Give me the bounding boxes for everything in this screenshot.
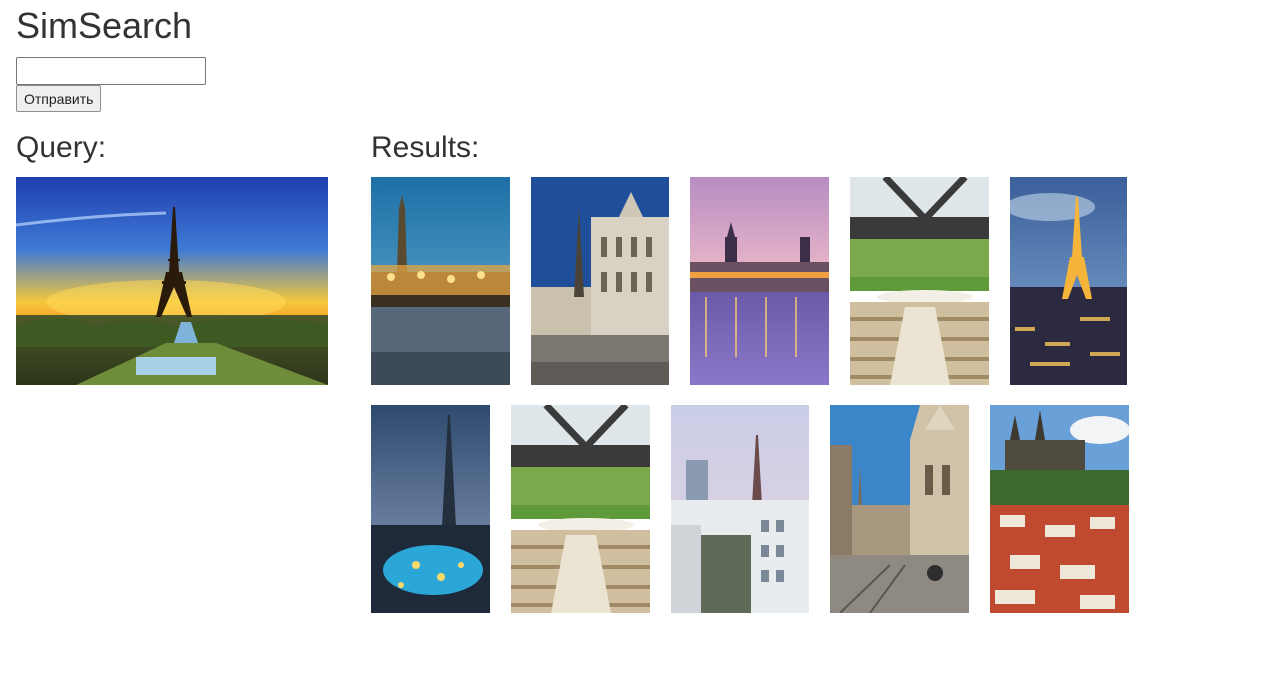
vienna-city-hall-image (371, 177, 510, 385)
prague-castle-image (990, 405, 1129, 613)
result-thumbnail[interactable] (690, 177, 829, 385)
result-thumbnail[interactable] (990, 405, 1129, 613)
result-thumbnail[interactable] (531, 177, 669, 385)
amphitheater-canopy-image (850, 177, 989, 385)
results-row (371, 405, 1151, 613)
paris-rooftops-image (671, 405, 809, 613)
result-thumbnail[interactable] (671, 405, 809, 613)
results-row (371, 177, 1151, 385)
search-input[interactable] (16, 57, 206, 85)
search-form: Отправить (16, 57, 206, 112)
burj-khalifa-image (371, 405, 490, 613)
gothic-cathedral-image (830, 405, 969, 613)
app-title: SimSearch (16, 5, 193, 46)
result-thumbnail[interactable] (830, 405, 969, 613)
results-heading: Results: (371, 131, 480, 164)
amphitheater-canopy-image (511, 405, 650, 613)
result-thumbnail[interactable] (850, 177, 989, 385)
eiffel-tower-sunset-image (16, 177, 328, 385)
eiffel-tower-night-image (1010, 177, 1127, 385)
simsearch-page: SimSearch Отправить Query: Results: (0, 0, 1280, 683)
result-thumbnail[interactable] (371, 177, 510, 385)
result-thumbnail[interactable] (371, 405, 490, 613)
submit-button[interactable]: Отправить (16, 85, 102, 112)
result-thumbnail[interactable] (511, 405, 650, 613)
results-grid (371, 177, 1151, 633)
result-thumbnail[interactable] (1010, 177, 1127, 385)
query-image (16, 177, 328, 385)
moscow-river-image (690, 177, 829, 385)
query-heading: Query: (16, 131, 107, 164)
gothic-square-image (531, 177, 669, 385)
